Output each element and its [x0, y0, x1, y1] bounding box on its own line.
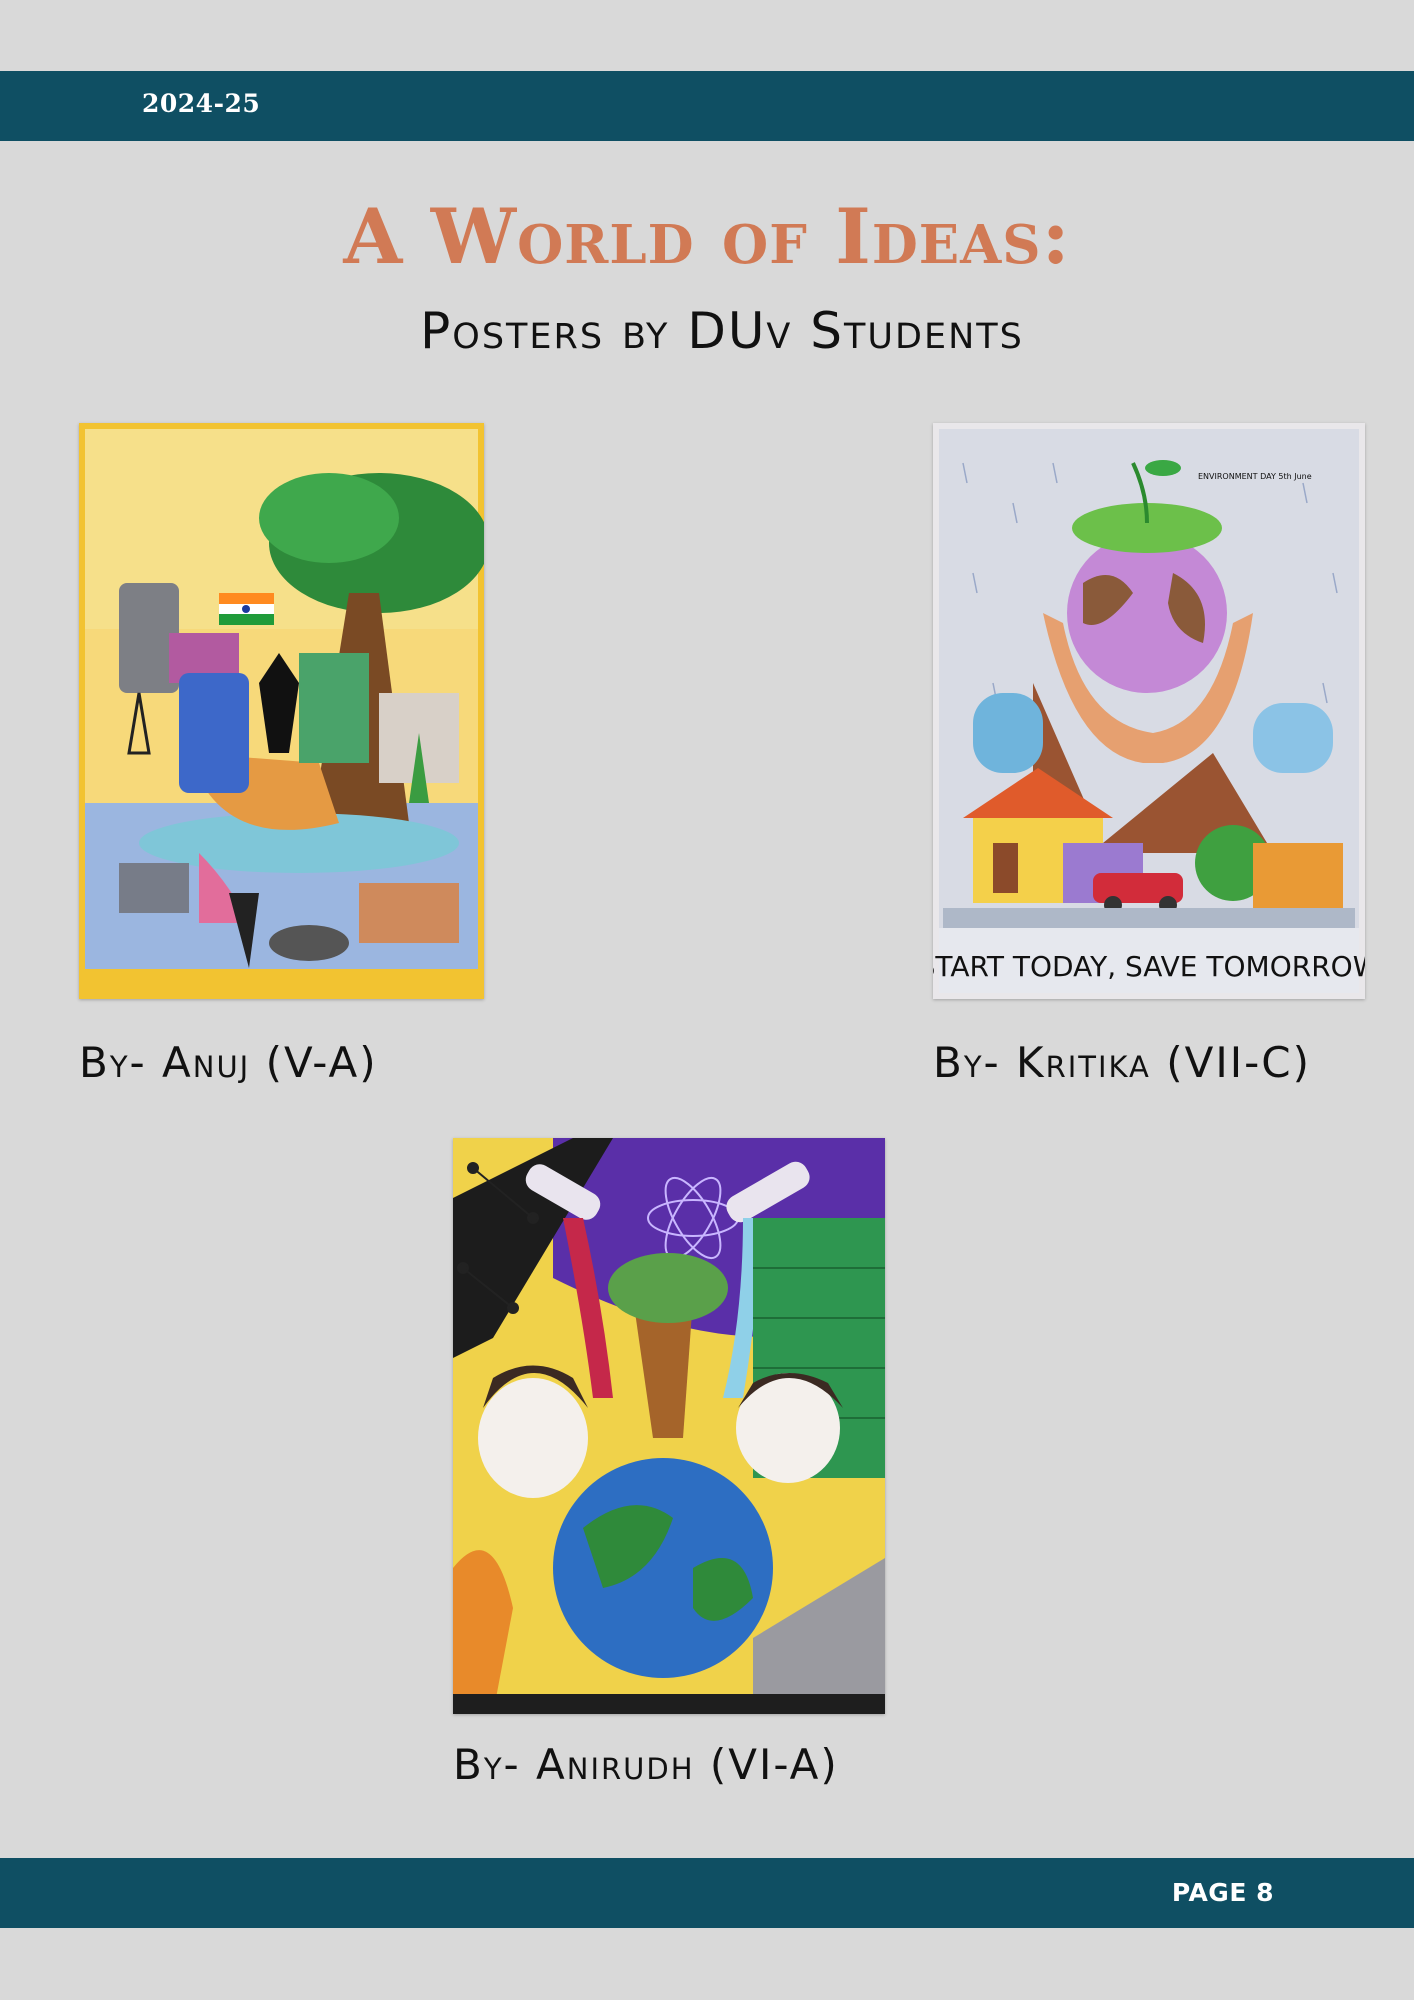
poster-environment-label: ENVIRONMENT DAY 5th June [1198, 472, 1312, 481]
footer-bar: PAGE 8 [0, 1858, 1414, 1928]
page-number: PAGE 8 [1171, 1878, 1274, 1907]
poster-science-earth [453, 1138, 885, 1714]
poster-caption-anirudh: By- Anirudh (VI-A) [453, 1740, 839, 1789]
header-bar: 2024-25 [0, 71, 1414, 141]
poster-slogan: START TODAY, SAVE TOMORROW [933, 950, 1365, 983]
year-label: 2024-25 [142, 89, 261, 118]
poster-caption-anuj: By- Anuj (V-A) [79, 1038, 378, 1087]
page-title: A World of Ideas: [343, 192, 1071, 281]
poster-caption-kritika: By- Kritika (VII-C) [933, 1038, 1311, 1087]
page-subtitle: Posters by DUv Students [420, 302, 1024, 360]
poster-digital-india [79, 423, 484, 999]
poster-environment-day: START TODAY, SAVE TOMORROW ENVIRONMENT D… [933, 423, 1365, 999]
